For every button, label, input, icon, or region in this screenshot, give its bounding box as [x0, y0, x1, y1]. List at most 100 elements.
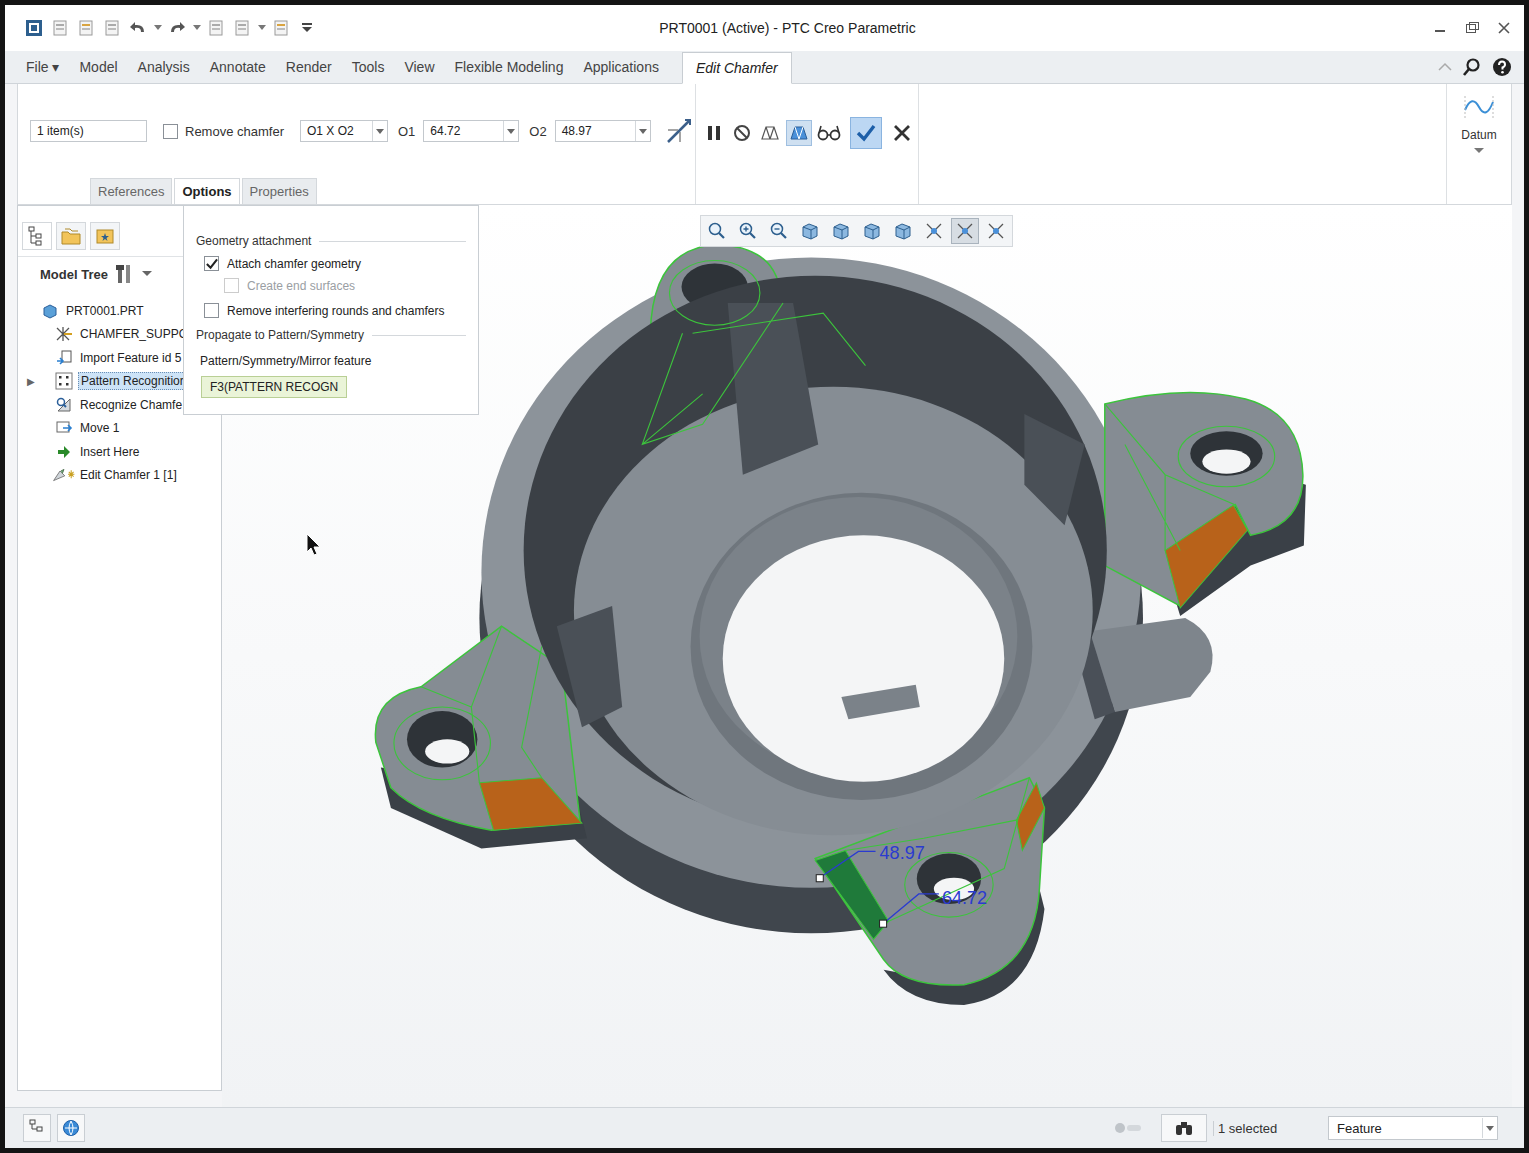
check-icon[interactable]: [854, 121, 878, 145]
spin-icon[interactable]: [951, 218, 979, 244]
tree-item-label[interactable]: CHAMFER_SUPPOI: [78, 326, 193, 342]
dimension-value[interactable]: 48.97: [880, 842, 925, 862]
tree-settings-dropdown-icon[interactable]: [142, 271, 152, 277]
saved-icon[interactable]: [889, 218, 917, 244]
globe-icon[interactable]: [62, 1119, 80, 1137]
favorites-icon[interactable]: [95, 226, 115, 246]
help-icon[interactable]: [1492, 57, 1512, 77]
tree-item-label[interactable]: Insert Here: [78, 444, 141, 460]
zoom-out-icon[interactable]: [765, 218, 793, 244]
ribbon-tab[interactable]: Tools: [343, 53, 394, 83]
selection-filter-dropdown[interactable]: Feature: [1328, 1116, 1498, 1140]
remove-chamfer-checkbox[interactable]: Remove chamfer: [163, 124, 284, 139]
items-field[interactable]: 1 item(s): [30, 120, 147, 142]
ribbon-tab[interactable]: View: [395, 53, 443, 83]
ribbon-tab[interactable]: Model: [70, 53, 126, 83]
tree-icon[interactable]: [28, 226, 46, 246]
new-icon[interactable]: [49, 17, 71, 39]
tree-item[interactable]: Edit Chamfer 1 [1]: [24, 464, 221, 488]
ribbon-tab[interactable]: Applications: [574, 53, 668, 83]
folders-icon[interactable]: [60, 226, 82, 246]
checkbox-box[interactable]: [163, 124, 178, 139]
expand-toggle[interactable]: ▶: [24, 376, 38, 387]
model-tree-tab[interactable]: [22, 222, 52, 250]
display-icon[interactable]: [827, 218, 855, 244]
app-icon[interactable]: [23, 17, 45, 39]
checkbox-box[interactable]: [204, 256, 219, 271]
checkbox-box[interactable]: [204, 303, 219, 318]
ribbon-tab[interactable]: File ▾: [17, 53, 68, 83]
tree-item[interactable]: Insert Here: [24, 440, 221, 464]
tree-item[interactable]: Move 1: [24, 417, 221, 441]
dropdown-arrow-icon[interactable]: [1482, 1118, 1497, 1138]
regen-icon[interactable]: [205, 17, 227, 39]
search-icon[interactable]: [1462, 57, 1482, 77]
tree-item-label[interactable]: PRT0001.PRT: [64, 303, 146, 319]
undo-icon[interactable]: [127, 17, 149, 39]
dropdown-arrow-icon[interactable]: [503, 121, 518, 141]
annot-icon[interactable]: [982, 218, 1010, 244]
ok-button[interactable]: [850, 117, 882, 149]
ribbon-tab[interactable]: Annotate: [201, 53, 275, 83]
cancel-icon[interactable]: [890, 121, 914, 145]
datum-icon[interactable]: [920, 218, 948, 244]
d1-field[interactable]: 64.72: [423, 120, 519, 142]
dropdown-arrow-icon[interactable]: [372, 121, 387, 141]
ribbon-tab[interactable]: Edit Chamfer: [682, 52, 792, 84]
separate-preview-icon[interactable]: [758, 121, 782, 145]
verify-glasses-icon[interactable]: [816, 121, 842, 145]
refit-icon[interactable]: [703, 218, 731, 244]
d2-field[interactable]: 48.97: [555, 120, 651, 142]
pause-icon[interactable]: [702, 121, 726, 145]
dashboard-subtab[interactable]: Properties: [242, 178, 317, 204]
tree-item-label[interactable]: Pattern Recognitior: [78, 372, 187, 390]
windows-icon[interactable]: [231, 17, 253, 39]
views-icon[interactable]: [858, 218, 886, 244]
drag-handle[interactable]: [880, 920, 887, 927]
tree-item-label[interactable]: Import Feature id 5: [78, 350, 183, 366]
show-browser-button[interactable]: [57, 1114, 85, 1142]
caret-icon[interactable]: [257, 17, 266, 39]
datum-curve-icon[interactable]: [1462, 92, 1496, 122]
dynamic-preview-icon[interactable]: [787, 121, 811, 145]
chamfer-face-selected[interactable]: [815, 850, 888, 939]
show-navigator-button[interactable]: [23, 1114, 51, 1142]
close-icon[interactable]: [270, 17, 292, 39]
message-toggle[interactable]: [1115, 1123, 1141, 1133]
tree-icon[interactable]: [29, 1119, 45, 1137]
minimize-icon[interactable]: [1432, 20, 1448, 36]
datum-dropdown-icon[interactable]: [1474, 148, 1484, 154]
flip-direction-icon[interactable]: [665, 117, 693, 145]
ribbon-tab[interactable]: Analysis: [129, 53, 199, 83]
caret-icon[interactable]: [192, 17, 201, 39]
zoom-in-icon[interactable]: [734, 218, 762, 244]
pattern-feature-collector[interactable]: F3(PATTERN RECOGN: [201, 376, 347, 398]
dropdown-arrow-icon[interactable]: [635, 121, 650, 141]
no-preview-icon[interactable]: [730, 121, 754, 145]
close-icon[interactable]: [1496, 20, 1512, 36]
tree-item-label[interactable]: Move 1: [78, 420, 121, 436]
repaint-icon[interactable]: [796, 218, 824, 244]
tree-item-label[interactable]: Recognize Chamfe: [78, 397, 184, 413]
dynamic-preview-button[interactable]: [786, 120, 812, 146]
drag-handle[interactable]: [816, 875, 823, 882]
caret-icon[interactable]: [153, 17, 162, 39]
favorites-tab[interactable]: [90, 222, 120, 250]
tree-item-label[interactable]: Edit Chamfer 1 [1]: [78, 467, 179, 483]
ribbon-tab[interactable]: Flexible Modeling: [446, 53, 573, 83]
dashboard-subtab[interactable]: References: [90, 178, 172, 204]
folder-browser-tab[interactable]: [56, 222, 86, 250]
open-icon[interactable]: [75, 17, 97, 39]
dimension-value[interactable]: 64.72: [942, 888, 987, 908]
redo-icon[interactable]: [166, 17, 188, 39]
dashboard-subtab[interactable]: Options: [174, 178, 239, 204]
binoculars-icon[interactable]: [1174, 1119, 1194, 1137]
scheme-dropdown[interactable]: O1 X O2: [300, 120, 388, 142]
find-button[interactable]: [1161, 1114, 1207, 1142]
restore-icon[interactable]: [1464, 20, 1480, 36]
option-checkbox[interactable]: Attach chamfer geometry: [204, 256, 466, 271]
save-icon[interactable]: [101, 17, 123, 39]
ribbon-tab[interactable]: Render: [277, 53, 341, 83]
option-checkbox[interactable]: Remove interfering rounds and chamfers: [204, 303, 466, 318]
more-icon[interactable]: [296, 17, 318, 39]
